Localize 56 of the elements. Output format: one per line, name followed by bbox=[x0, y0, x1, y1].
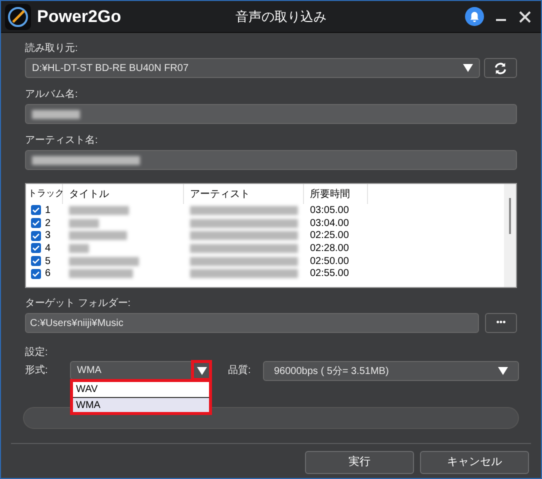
folder-field[interactable]: C:¥Users¥niiji¥Music bbox=[25, 313, 479, 333]
track-duration: 03:04.00 bbox=[309, 216, 350, 231]
track-duration: 02:25.00 bbox=[309, 229, 350, 244]
track-checkbox[interactable] bbox=[31, 218, 41, 228]
refresh-icon bbox=[494, 62, 507, 74]
caret-icon bbox=[498, 367, 508, 375]
format-label: 形式: bbox=[25, 364, 49, 378]
field-label: ターゲット フォルダー: bbox=[25, 297, 132, 311]
settings-label: 設定: bbox=[25, 346, 49, 360]
scrollbar[interactable] bbox=[504, 184, 516, 287]
track-number: 6 bbox=[45, 267, 51, 282]
blurred-text bbox=[69, 218, 99, 228]
app-name: Power2Go bbox=[37, 6, 122, 28]
blurred-text bbox=[69, 206, 129, 215]
refresh-button[interactable] bbox=[484, 58, 517, 78]
column-header[interactable]: 所要時間 bbox=[304, 184, 368, 204]
track-checkbox[interactable] bbox=[31, 256, 41, 266]
track-duration: 02:50.00 bbox=[309, 254, 350, 269]
track-checkbox[interactable] bbox=[31, 230, 41, 241]
track-checkbox[interactable] bbox=[31, 268, 41, 279]
track-duration: 03:05.00 bbox=[309, 204, 350, 218]
bell-icon bbox=[469, 11, 480, 22]
browse-button[interactable]: ••• bbox=[485, 313, 517, 333]
track-checkbox[interactable] bbox=[31, 243, 41, 254]
caret-icon bbox=[196, 366, 206, 374]
quality-dropdown[interactable]: 96000bps ( 5分= 3.51MB) bbox=[263, 361, 519, 381]
format-dropdown[interactable]: WMA bbox=[70, 361, 212, 380]
track-number: 1 bbox=[45, 204, 51, 218]
track-checkbox[interactable] bbox=[31, 205, 41, 216]
notification-button[interactable] bbox=[465, 7, 484, 26]
field-label: アルバム名: bbox=[25, 88, 79, 102]
blurred-text bbox=[32, 110, 80, 118]
track-number: 4 bbox=[45, 242, 51, 256]
track-number: 2 bbox=[45, 216, 51, 231]
track-duration: 02:28.00 bbox=[309, 242, 350, 256]
track-number: 3 bbox=[45, 229, 51, 244]
album-field[interactable] bbox=[25, 104, 517, 124]
format-option[interactable]: WMA bbox=[73, 397, 209, 412]
field-label: アーティスト名: bbox=[25, 134, 99, 148]
blurred-text bbox=[69, 269, 133, 278]
source-dropdown[interactable]: D:¥HL-DT-ST BD-RE BU40N FR07 bbox=[25, 58, 480, 78]
dialog-button[interactable]: 実行 bbox=[305, 451, 414, 474]
column-header[interactable]: タイトル bbox=[63, 184, 184, 204]
column-header[interactable]: トラック bbox=[26, 184, 63, 204]
dialog-button[interactable]: キャンセル bbox=[420, 451, 529, 474]
blurred-text bbox=[69, 244, 89, 253]
track-number: 5 bbox=[45, 254, 51, 269]
column-header[interactable]: アーティスト bbox=[184, 184, 304, 204]
blurred-text bbox=[69, 231, 127, 240]
track-duration: 02:55.00 bbox=[309, 267, 350, 282]
quality-label: 品質: bbox=[228, 364, 252, 378]
blurred-text bbox=[69, 256, 139, 266]
caret-icon bbox=[463, 64, 473, 72]
close-icon[interactable] bbox=[519, 10, 531, 22]
field-label: 読み取り元: bbox=[25, 42, 79, 56]
artist-field[interactable] bbox=[25, 150, 517, 170]
